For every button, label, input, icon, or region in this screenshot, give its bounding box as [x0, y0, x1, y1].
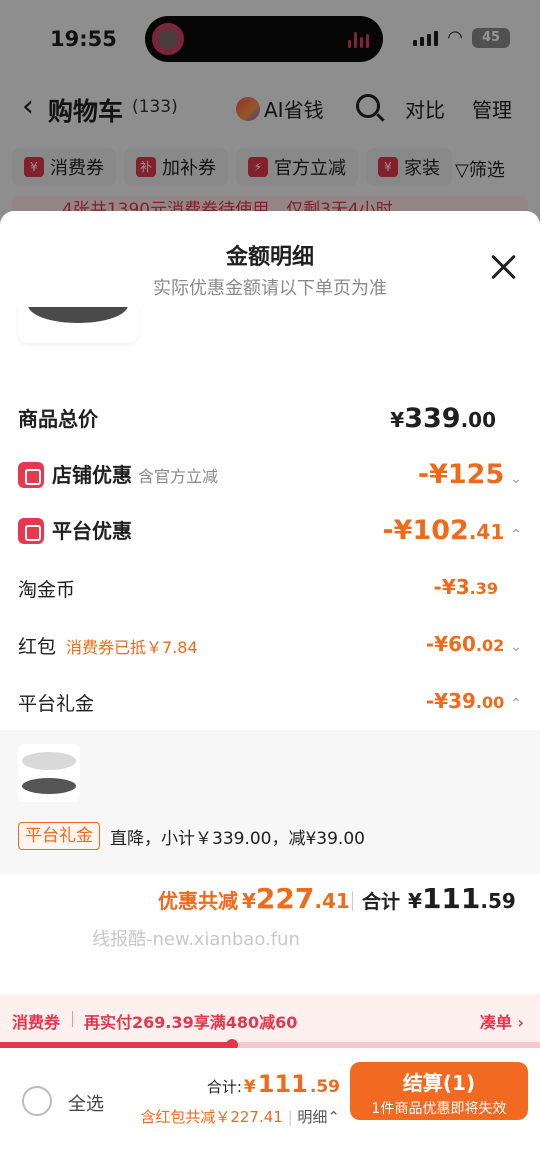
platform-icon	[18, 517, 44, 544]
hongbao-amount: -¥60.02 ⌄	[426, 632, 522, 656]
gift-description: 直降，小计￥339.00，减¥39.00	[110, 829, 365, 849]
store-discount-amount: -¥125 ⌄	[418, 459, 522, 490]
amount-int: -¥102	[382, 515, 469, 546]
coupon-text: 再实付269.39享满480减60	[84, 1013, 298, 1032]
currency: ¥	[243, 1077, 256, 1097]
coupon-progress-bar[interactable]: 消费券 再实付269.39享满480减60 凑单 ›	[0, 994, 540, 1042]
currency: ¥	[390, 408, 405, 432]
close-icon[interactable]	[490, 253, 518, 281]
store-icon	[18, 461, 44, 488]
checkout-footer: 全选 合计: ¥111.59 含红包共减￥227.41 | 明细⌃ 结算(1) …	[0, 1048, 540, 1173]
platform-discount-row[interactable]: 平台优惠 -¥102.41 ⌃	[18, 515, 522, 551]
amount-dec: .59	[309, 1077, 340, 1097]
gift-amount: -¥39.00 ⌃	[426, 689, 522, 713]
amount-int: 111	[421, 882, 481, 915]
total-label: 合计	[362, 891, 401, 913]
amount-int: -¥60	[425, 632, 476, 656]
amount-int: -¥125	[417, 459, 505, 490]
chevron-up-icon: ⌃	[510, 696, 522, 712]
total-prefix: 合计:	[206, 1078, 242, 1096]
taojinbi-amount: -¥3.39	[434, 575, 498, 599]
grand-total: 合计 ¥111.59	[362, 882, 516, 915]
gift-label: 平台礼金	[18, 693, 95, 715]
taojinbi-label: 淘金币	[18, 579, 76, 601]
amount-dec: .41	[468, 520, 505, 544]
sheet-title: 金额明细	[225, 245, 314, 270]
platform-discount-label: 平台优惠	[52, 519, 132, 543]
footer-subtotal: 含红包共减￥227.41 | 明细⌃	[140, 1108, 340, 1126]
add-items-link[interactable]: 凑单 ›	[480, 1009, 524, 1033]
hongbao-note: 消费券已抵￥7.84	[66, 638, 198, 657]
amount-dec: .41	[314, 889, 350, 913]
discount-summary: 优惠共减 ¥227.41 合计 ¥111.59	[0, 882, 540, 922]
store-discount-row[interactable]: 店铺优惠 含官方立减 -¥125 ⌄	[18, 459, 522, 495]
platform-discount-amount: -¥102.41 ⌃	[382, 515, 522, 546]
amount-int: 227	[255, 882, 315, 915]
store-discount-label: 店铺优惠	[52, 463, 132, 487]
footer-total: 合计: ¥111.59	[207, 1070, 340, 1098]
checkout-button[interactable]: 结算(1) 1件商品优惠即将失效	[350, 1062, 528, 1120]
amount-dec: .00	[460, 408, 496, 432]
checkout-label: 结算(1)	[402, 1071, 476, 1095]
hongbao-label: 红包	[18, 636, 57, 658]
detail-toggle[interactable]: 明细⌃	[297, 1108, 340, 1126]
amount-dec: .00	[475, 693, 505, 712]
total-goods-row: 商品总价 ¥339.00	[18, 403, 522, 439]
amount-int: -¥3	[433, 575, 470, 599]
currency: ¥	[408, 889, 422, 913]
chevron-down-icon: ⌄	[510, 639, 522, 655]
discount-note: 含红包共减￥227.41	[140, 1108, 283, 1126]
chevron-down-icon: ⌄	[510, 471, 522, 487]
watermark: 线报酷-new.xianbao.fun	[92, 929, 300, 950]
gift-detail-panel: 平台礼金 直降，小计￥339.00，减¥39.00	[0, 730, 540, 874]
gift-tag: 平台礼金	[18, 822, 100, 850]
gift-row[interactable]: 平台礼金 -¥39.00 ⌃	[18, 689, 522, 721]
amount-int: 111	[257, 1070, 308, 1098]
divider	[352, 891, 353, 911]
hongbao-row[interactable]: 红包 消费券已抵￥7.84 -¥60.02 ⌄	[18, 632, 522, 664]
total-goods-amount: ¥339.00	[390, 403, 496, 434]
total-goods-label: 商品总价	[18, 407, 98, 431]
amount-int: -¥39	[425, 689, 476, 713]
currency: ¥	[242, 889, 256, 913]
chevron-up-icon: ⌃	[510, 527, 522, 543]
taojinbi-row: 淘金币 -¥3.39	[18, 575, 522, 607]
saved-total: 优惠共减 ¥227.41	[158, 882, 350, 915]
store-discount-note: 含官方立减	[138, 467, 219, 486]
checkout-sublabel: 1件商品优惠即将失效	[371, 1101, 507, 1117]
amount-detail-sheet: 金额明细 实际优惠金额请以下单页为准 商品总价 ¥339.00 店铺优惠 含官方立…	[0, 211, 540, 1173]
product-thumbnail	[18, 744, 80, 802]
select-all-label[interactable]: 全选	[68, 1090, 104, 1116]
select-all-checkbox[interactable]	[22, 1086, 52, 1116]
saved-label: 优惠共减	[158, 889, 238, 913]
amount-int: 339	[404, 403, 461, 434]
amount-dec: .59	[480, 889, 516, 913]
amount-dec: .02	[475, 636, 505, 655]
sheet-subtitle: 实际优惠金额请以下单页为准	[153, 278, 387, 299]
divider	[72, 1011, 73, 1027]
coupon-label: 消费券	[12, 1013, 61, 1032]
amount-dec: .39	[469, 579, 498, 598]
product-thumbnail	[18, 307, 138, 343]
